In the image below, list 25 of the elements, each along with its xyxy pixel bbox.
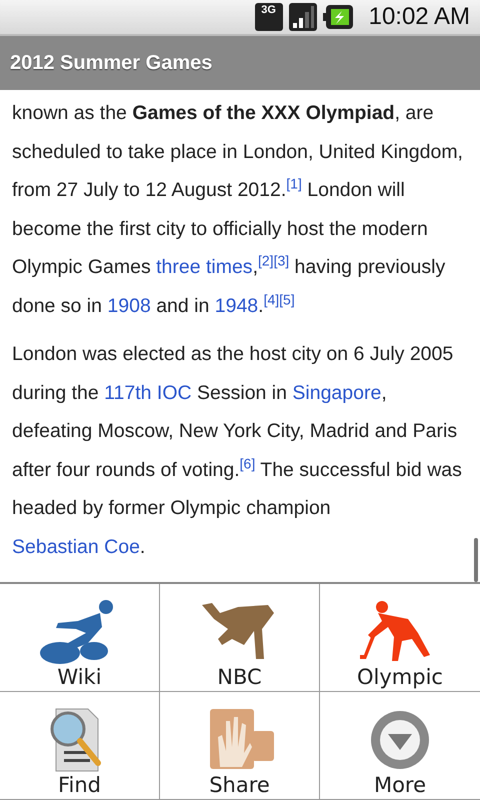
page-title: 2012 Summer Games	[10, 52, 212, 74]
menu-item[interactable]: Find	[0, 692, 160, 800]
reference-link[interactable]: [5]	[279, 291, 295, 307]
signal-icon	[288, 3, 317, 31]
network-type-icon: 3G	[254, 3, 283, 31]
reference-link[interactable]: [2]	[258, 252, 274, 268]
reference-link[interactable]: [6]	[240, 455, 256, 471]
reference-link[interactable]: [3]	[274, 252, 290, 268]
reference-link[interactable]: [1]	[286, 176, 302, 192]
menu-item[interactable]: Olympic	[320, 584, 480, 692]
article-link[interactable]: three times	[156, 256, 253, 278]
reference-link[interactable]: [4]	[264, 291, 280, 307]
battery-charging-icon	[322, 5, 353, 29]
article-link[interactable]: Sebastian Coe	[12, 536, 140, 558]
scroll-bar	[474, 538, 478, 582]
article-link[interactable]: 1908	[107, 294, 151, 316]
article-link[interactable]: Singapore	[292, 382, 382, 404]
article-link[interactable]: 1948	[214, 294, 258, 316]
article-paragraph: London was elected as the host city on 6 July 2005 during the 117th IOC Session in Singapore, defeating Moscow, New York City, Madrid and Paris after four rounds of voting.$^{[6]}$ The successful bid was headed by former Olympic champion Sebastian Coe.	[12, 342, 463, 560]
menu-item[interactable]: Wiki	[0, 584, 160, 692]
menu-item[interactable]: NBC	[160, 584, 320, 692]
article-link[interactable]: 117th IOC	[104, 382, 192, 404]
menu-item[interactable]: More	[320, 692, 480, 800]
clock-time: 10:02 AM	[368, 3, 470, 31]
menu-item[interactable]: Share	[160, 692, 320, 800]
